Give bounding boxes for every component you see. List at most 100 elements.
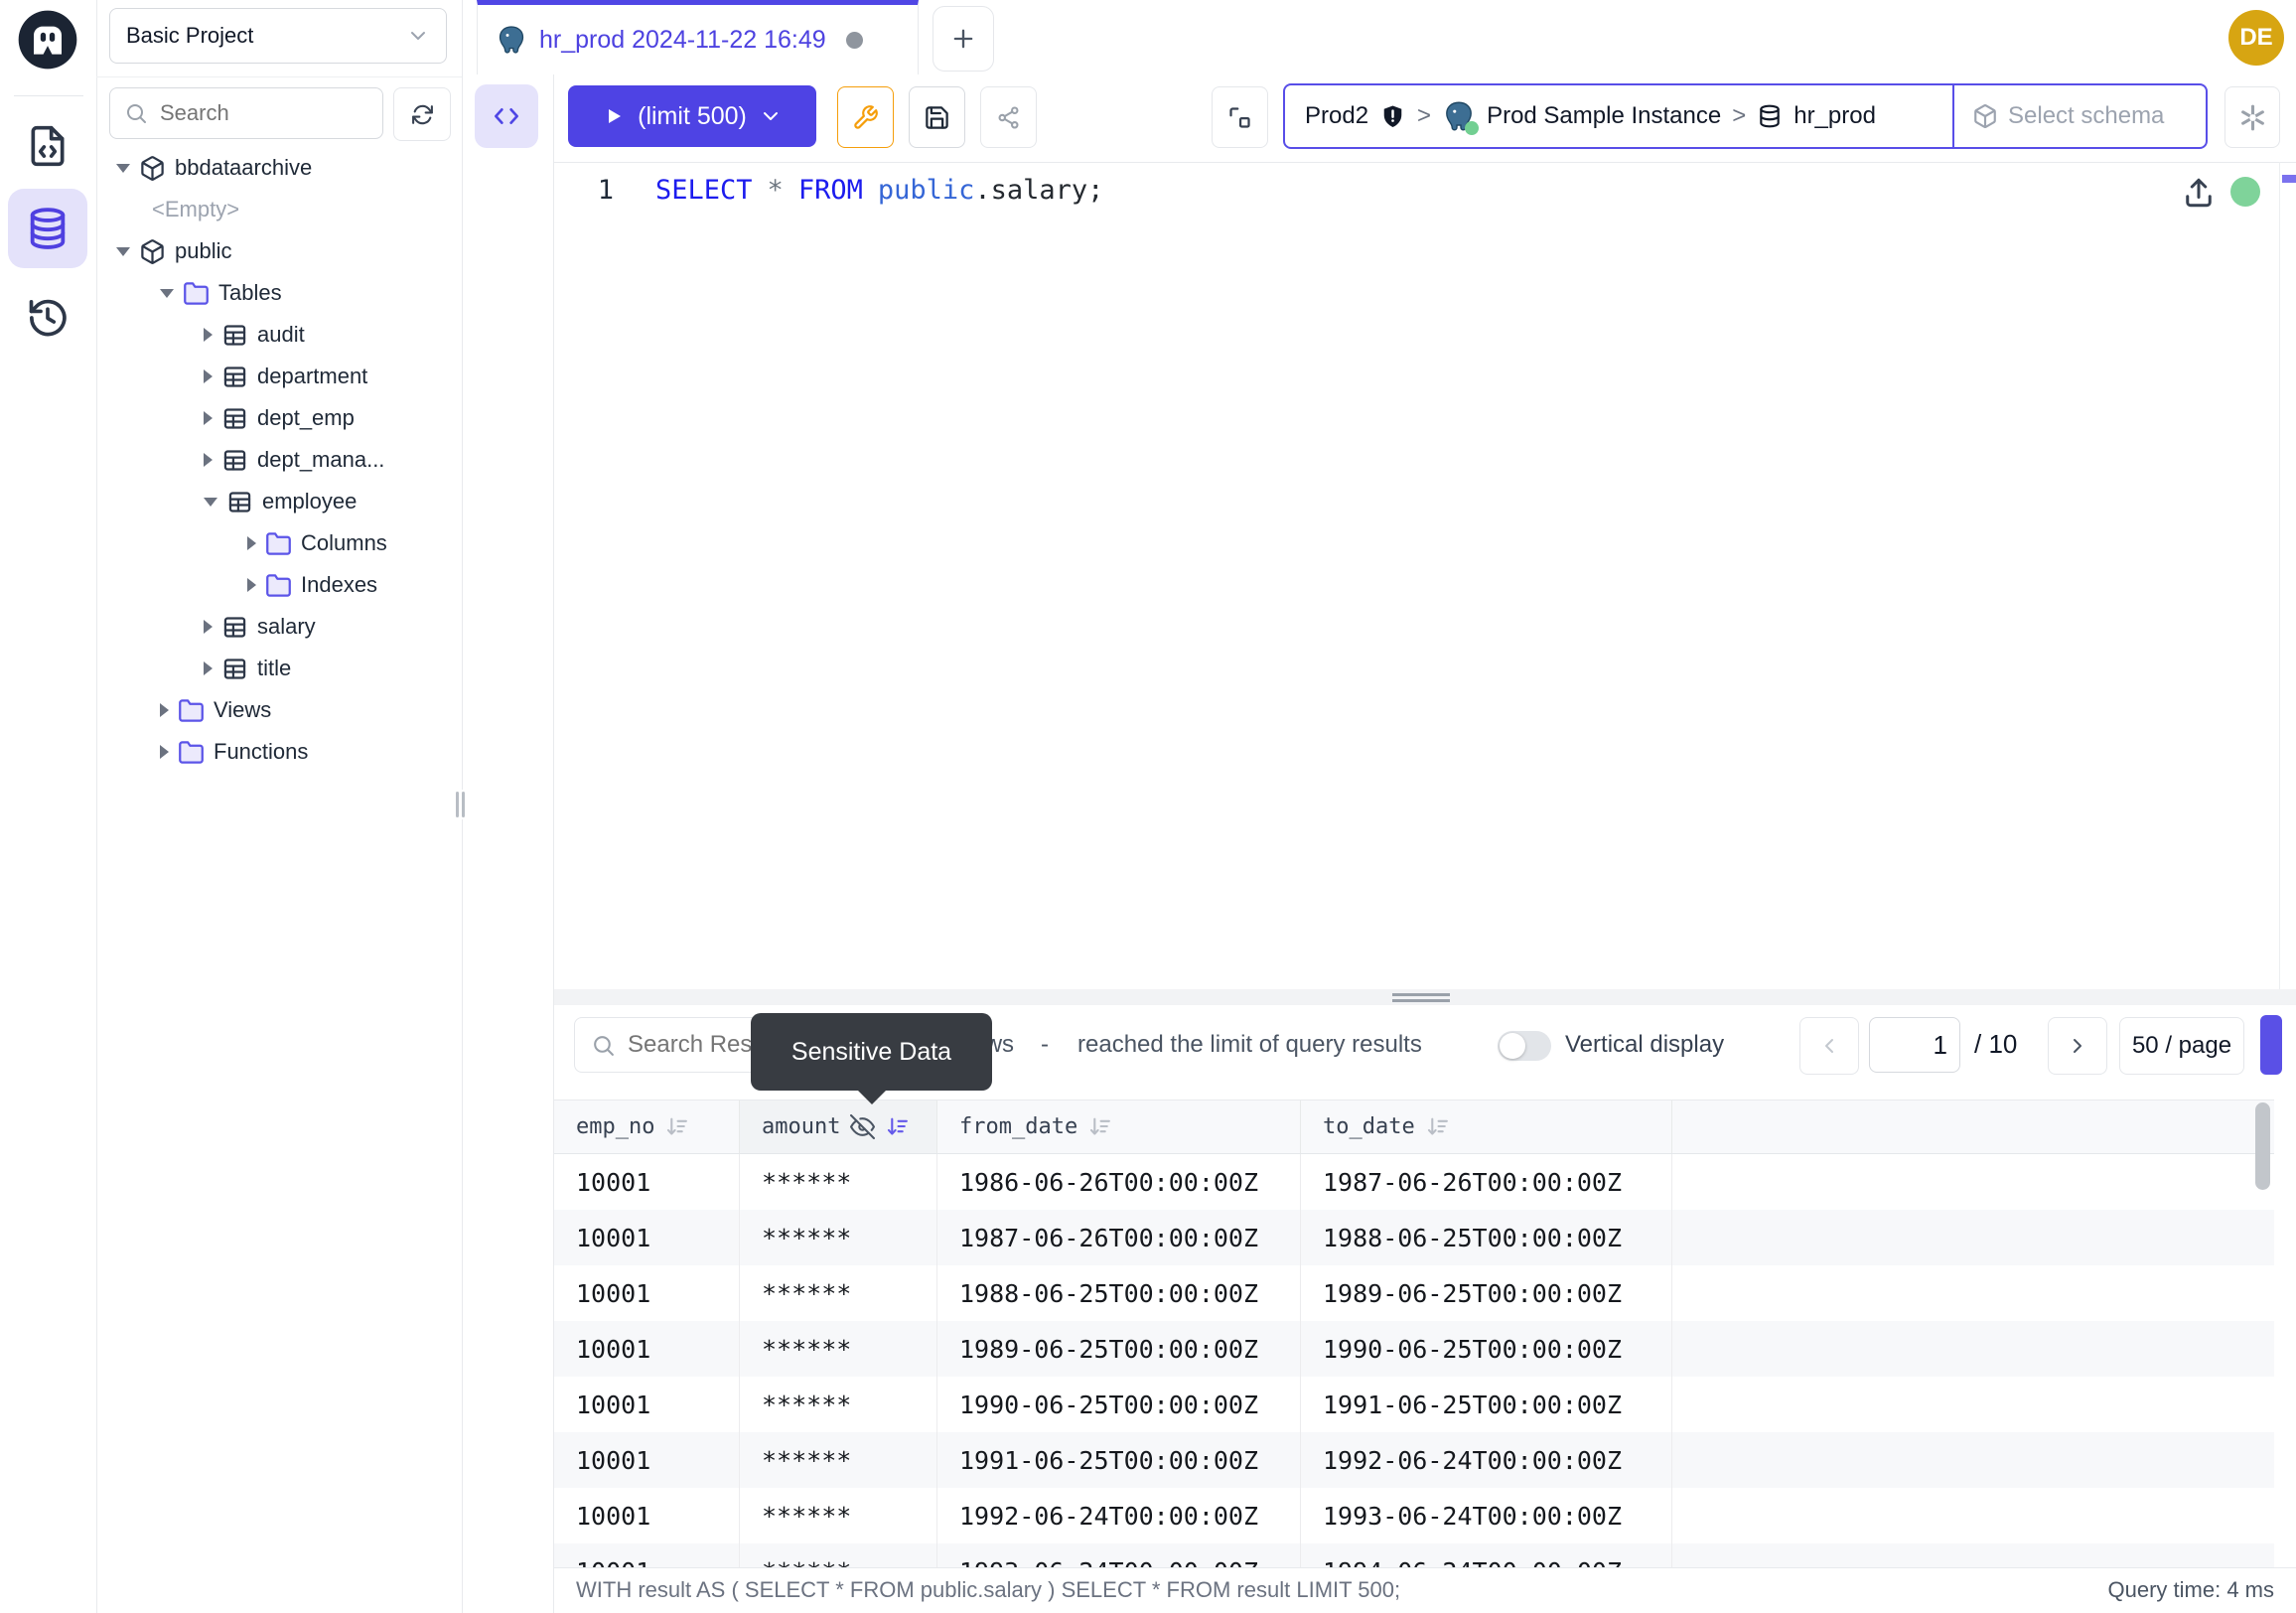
caret-right-icon[interactable]: [204, 411, 213, 425]
upload-icon[interactable]: [2181, 175, 2217, 211]
page-number-input[interactable]: [1870, 1018, 1959, 1072]
sort-icon[interactable]: [1425, 1114, 1450, 1139]
caret-right-icon[interactable]: [247, 536, 256, 550]
save-button[interactable]: [909, 86, 965, 148]
sort-icon[interactable]: [1087, 1114, 1112, 1139]
sort-icon[interactable]: [664, 1114, 689, 1139]
tree-refresh-button[interactable]: [393, 87, 451, 141]
copy-connection-button[interactable]: [1212, 86, 1268, 148]
tree-item-dept-emp[interactable]: dept_emp: [96, 397, 462, 439]
ai-assistant-button[interactable]: [2224, 86, 2280, 148]
caret-right-icon[interactable]: [204, 369, 213, 383]
cell-to-date[interactable]: 1987-06-26T00:00:00Z: [1301, 1154, 1672, 1210]
history-icon[interactable]: [26, 296, 70, 340]
results-side-panel-button[interactable]: [2260, 1015, 2282, 1075]
cell-to-date[interactable]: 1991-06-25T00:00:00Z: [1301, 1377, 1672, 1432]
table-row[interactable]: 10001 ****** 1987-06-26T00:00:00Z 1988-0…: [554, 1210, 2274, 1265]
cell-from-date[interactable]: 1989-06-25T00:00:00Z: [937, 1321, 1301, 1377]
table-row[interactable]: 10001 ****** 1986-06-26T00:00:00Z 1987-0…: [554, 1154, 2274, 1210]
cell-to-date[interactable]: 1989-06-25T00:00:00Z: [1301, 1265, 1672, 1321]
schema-select[interactable]: Select schema: [1952, 83, 2208, 149]
new-tab-button[interactable]: [933, 6, 994, 72]
share-button[interactable]: [980, 86, 1037, 148]
project-select[interactable]: Basic Project: [109, 8, 447, 64]
eye-off-icon[interactable]: [850, 1114, 875, 1139]
avatar[interactable]: DE: [2228, 10, 2284, 66]
column-header-emp-no[interactable]: emp_no: [554, 1100, 740, 1153]
caret-down-icon[interactable]: [204, 498, 217, 507]
cell-from-date[interactable]: 1988-06-25T00:00:00Z: [937, 1265, 1301, 1321]
cell-to-date[interactable]: 1990-06-25T00:00:00Z: [1301, 1321, 1672, 1377]
caret-right-icon[interactable]: [160, 703, 169, 717]
cell-emp-no[interactable]: 10001: [554, 1154, 740, 1210]
editor-panel-toggle[interactable]: [475, 84, 538, 148]
tree-item-columns[interactable]: Columns: [96, 522, 462, 564]
cell-emp-no[interactable]: 10001: [554, 1265, 740, 1321]
tree-item-indexes[interactable]: Indexes: [96, 564, 462, 606]
cell-to-date[interactable]: 1992-06-24T00:00:00Z: [1301, 1432, 1672, 1488]
connection-breadcrumb[interactable]: Prod2 > Prod Sample Instance > hr_prod: [1283, 83, 1954, 149]
column-header-amount[interactable]: amount: [740, 1100, 937, 1153]
column-header-from-date[interactable]: from_date: [937, 1100, 1301, 1153]
column-header-to-date[interactable]: to_date: [1301, 1100, 1672, 1153]
tab-hr-prod[interactable]: hr_prod 2024-11-22 16:49: [477, 0, 919, 74]
tree-item-tables[interactable]: Tables: [96, 272, 462, 314]
caret-down-icon[interactable]: [160, 289, 174, 298]
panel-resize-handle[interactable]: [454, 790, 467, 819]
caret-right-icon[interactable]: [204, 453, 213, 467]
cell-from-date[interactable]: 1991-06-25T00:00:00Z: [937, 1432, 1301, 1488]
next-page-button[interactable]: [2048, 1017, 2107, 1075]
cell-amount-masked[interactable]: ******: [740, 1488, 937, 1543]
split-divider[interactable]: [554, 989, 2296, 1005]
run-query-button[interactable]: (limit 500): [568, 85, 816, 147]
tree-item-audit[interactable]: audit: [96, 314, 462, 356]
cell-emp-no[interactable]: 10001: [554, 1321, 740, 1377]
results-scrollbar-thumb[interactable]: [2255, 1102, 2270, 1190]
table-row[interactable]: 10001 ****** 1992-06-24T00:00:00Z 1993-0…: [554, 1488, 2274, 1543]
sql-editor-line[interactable]: SELECT*FROMpublic.salary;: [655, 175, 1103, 206]
table-row[interactable]: 10001 ****** 1990-06-25T00:00:00Z 1991-0…: [554, 1377, 2274, 1432]
vertical-display-toggle[interactable]: [1498, 1031, 1551, 1061]
bytebase-logo-icon[interactable]: [16, 8, 79, 72]
cell-from-date[interactable]: 1986-06-26T00:00:00Z: [937, 1154, 1301, 1210]
cell-to-date[interactable]: 1988-06-25T00:00:00Z: [1301, 1210, 1672, 1265]
sort-icon[interactable]: [885, 1114, 910, 1139]
cell-amount-masked[interactable]: ******: [740, 1210, 937, 1265]
tree-search[interactable]: [109, 87, 383, 139]
cell-from-date[interactable]: 1987-06-26T00:00:00Z: [937, 1210, 1301, 1265]
tree-item-title[interactable]: title: [96, 648, 462, 689]
caret-right-icon[interactable]: [204, 328, 213, 342]
tree-item-dept-manager[interactable]: dept_mana...: [96, 439, 462, 481]
cell-to-date[interactable]: 1994-06-24T00:00:00Z: [1301, 1543, 1672, 1567]
cell-to-date[interactable]: 1993-06-24T00:00:00Z: [1301, 1488, 1672, 1543]
caret-right-icon[interactable]: [247, 578, 256, 592]
tree-item-views[interactable]: Views: [96, 689, 462, 731]
worksheet-icon[interactable]: [26, 124, 70, 168]
cell-amount-masked[interactable]: ******: [740, 1432, 937, 1488]
cell-amount-masked[interactable]: ******: [740, 1377, 937, 1432]
table-row[interactable]: 10001 ****** 1991-06-25T00:00:00Z 1992-0…: [554, 1432, 2274, 1488]
cell-amount-masked[interactable]: ******: [740, 1265, 937, 1321]
chevron-down-icon[interactable]: [759, 104, 783, 128]
tree-item-bbdataarchive[interactable]: bbdataarchive: [96, 147, 462, 189]
caret-down-icon[interactable]: [116, 247, 130, 256]
tree-item-salary[interactable]: salary: [96, 606, 462, 648]
rail-item-database-active[interactable]: [8, 189, 87, 268]
cell-amount-masked[interactable]: ******: [740, 1154, 937, 1210]
table-row[interactable]: 10001 ****** 1993-06-24T00:00:00Z 1994-0…: [554, 1543, 2274, 1567]
caret-right-icon[interactable]: [160, 745, 169, 759]
cell-emp-no[interactable]: 10001: [554, 1543, 740, 1567]
cell-from-date[interactable]: 1993-06-24T00:00:00Z: [937, 1543, 1301, 1567]
cell-emp-no[interactable]: 10001: [554, 1432, 740, 1488]
format-sql-button[interactable]: [837, 86, 894, 148]
cell-emp-no[interactable]: 10001: [554, 1210, 740, 1265]
caret-right-icon[interactable]: [204, 661, 213, 675]
table-row[interactable]: 10001 ****** 1989-06-25T00:00:00Z 1990-0…: [554, 1321, 2274, 1377]
table-row[interactable]: 10001 ****** 1988-06-25T00:00:00Z 1989-0…: [554, 1265, 2274, 1321]
cell-from-date[interactable]: 1990-06-25T00:00:00Z: [937, 1377, 1301, 1432]
cell-emp-no[interactable]: 10001: [554, 1488, 740, 1543]
cell-amount-masked[interactable]: ******: [740, 1321, 937, 1377]
tree-item-department[interactable]: department: [96, 356, 462, 397]
tree-item-public[interactable]: public: [96, 230, 462, 272]
page-size-select[interactable]: 50 / page: [2119, 1017, 2244, 1075]
